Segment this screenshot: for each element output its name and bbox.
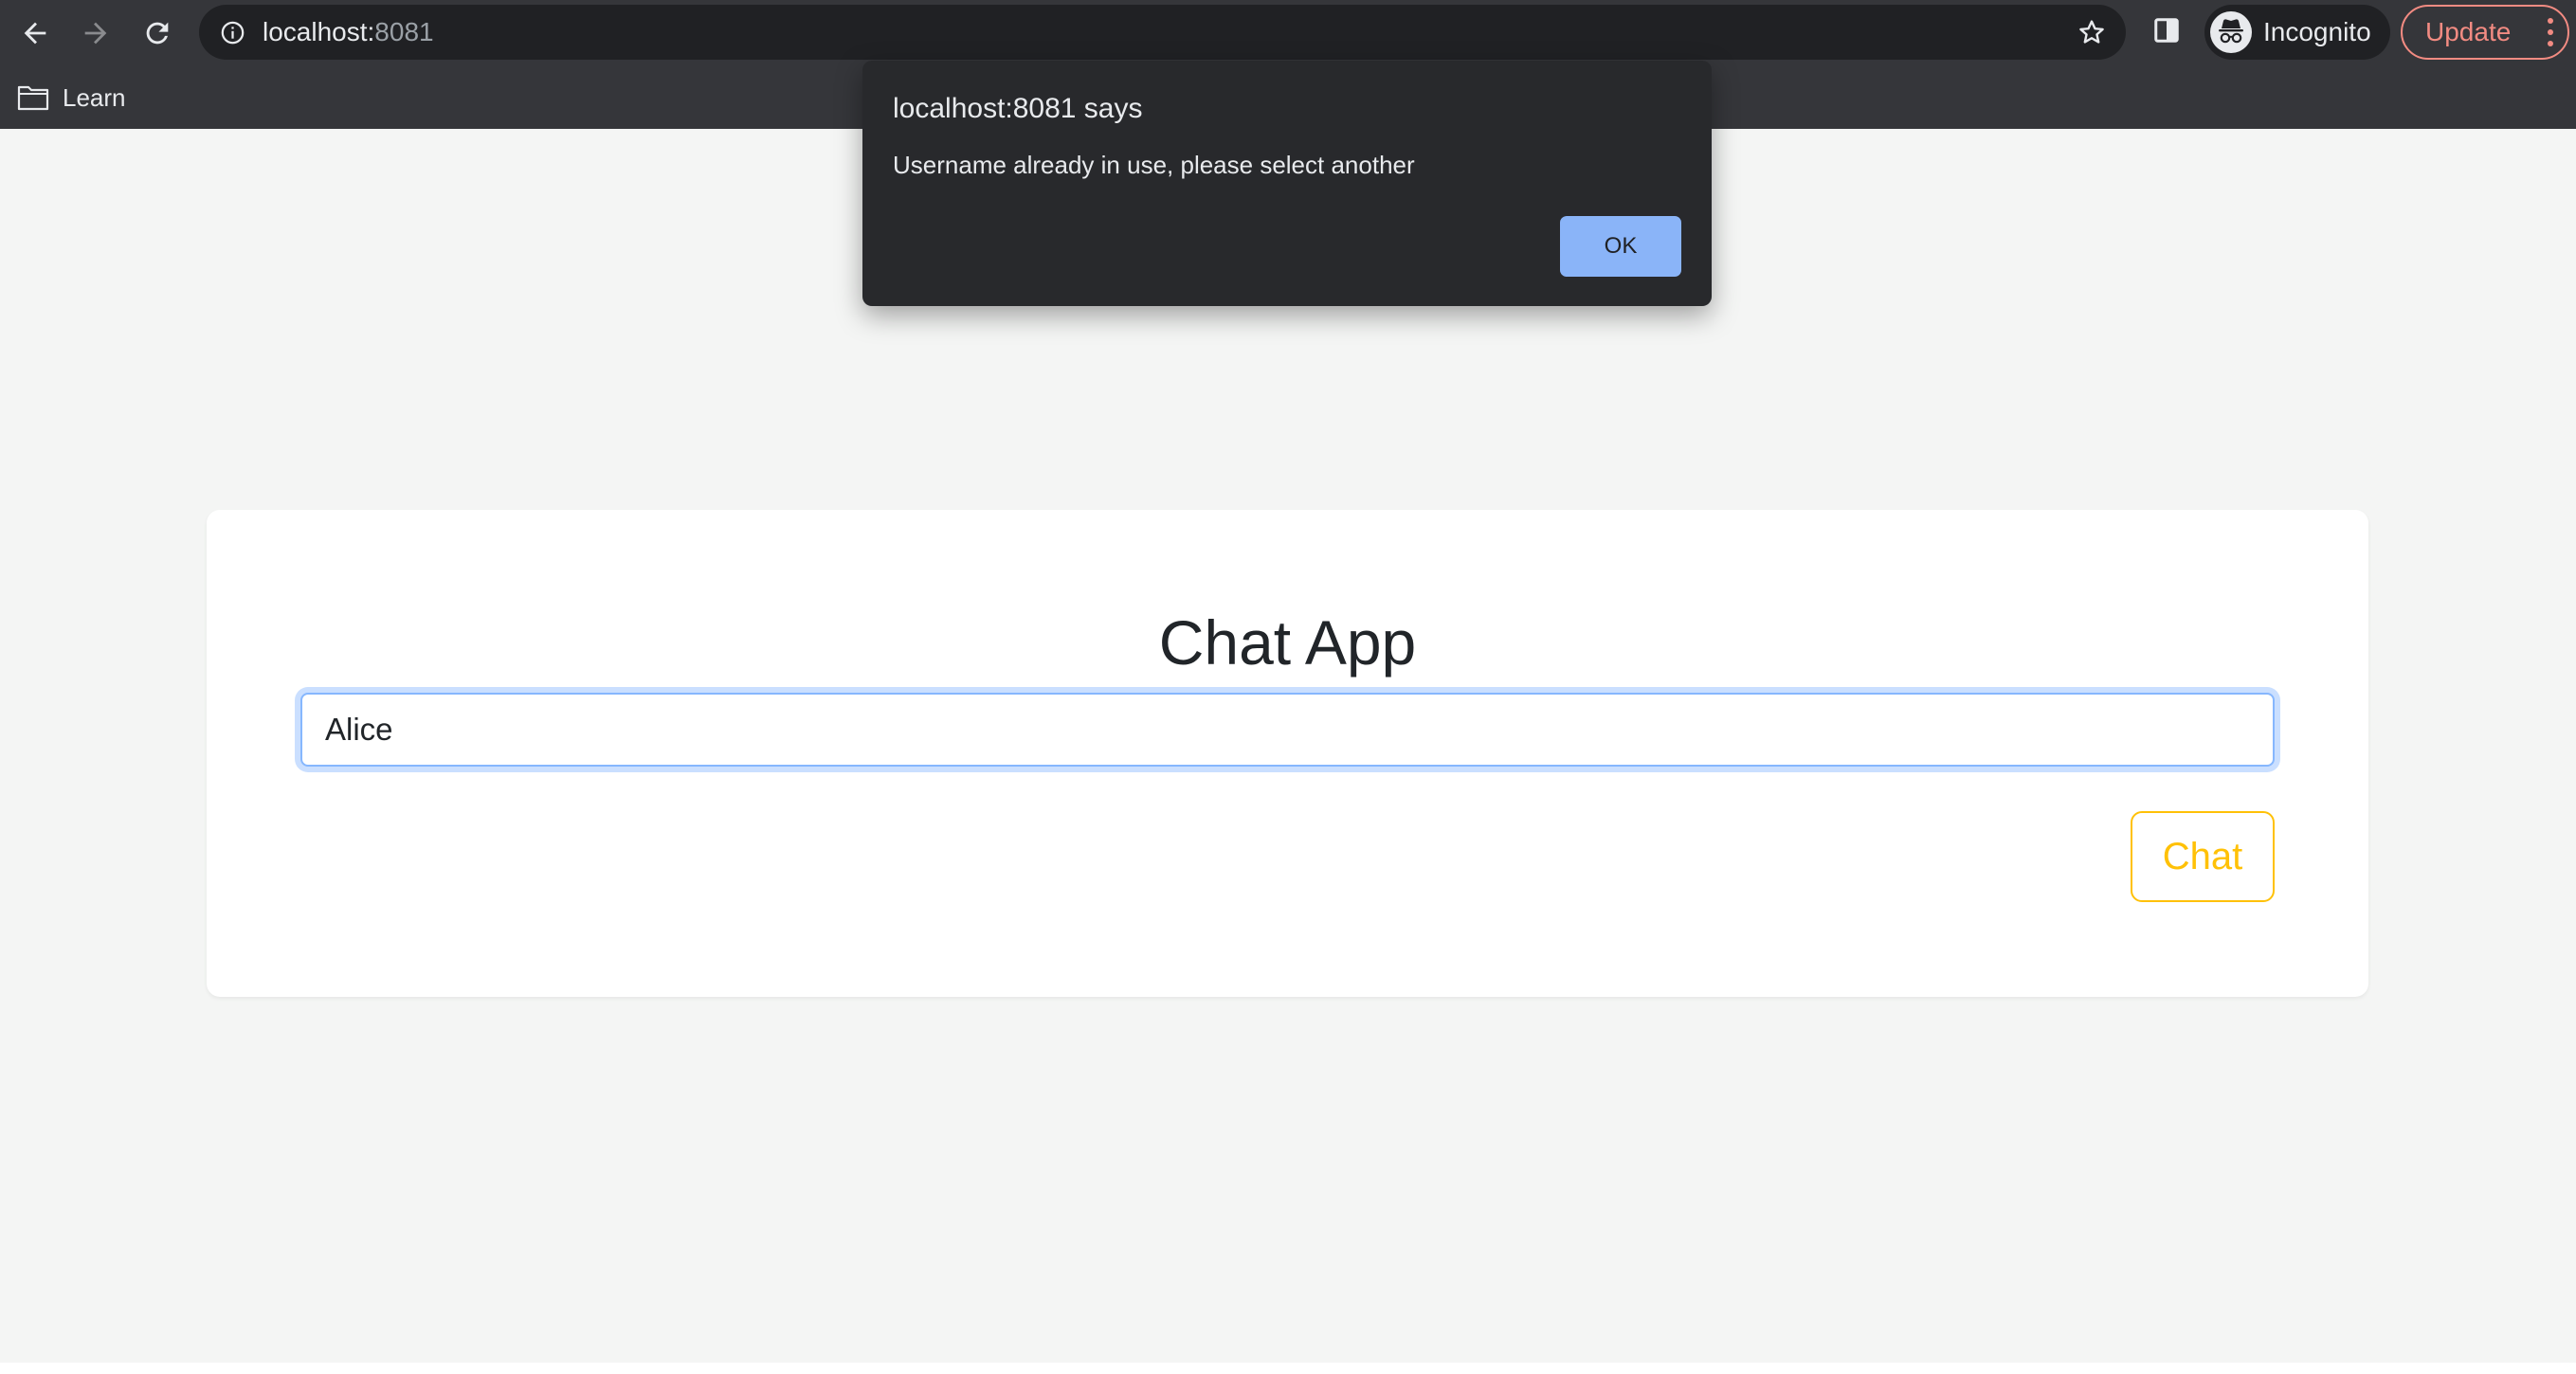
arrow-left-icon bbox=[24, 22, 46, 45]
reload-icon bbox=[146, 22, 169, 45]
forward-button[interactable] bbox=[74, 11, 118, 55]
bookmark-label: Learn bbox=[63, 82, 126, 112]
incognito-icon bbox=[2210, 11, 2252, 53]
more-vert-icon bbox=[2548, 18, 2553, 46]
username-input[interactable] bbox=[300, 693, 2275, 767]
dialog-message: Username already in use, please select a… bbox=[893, 151, 1415, 179]
page-title: Chat App bbox=[1158, 607, 1417, 678]
bottom-strip bbox=[0, 1363, 2576, 1374]
bookmark-learn[interactable]: Learn bbox=[17, 76, 126, 119]
browser-toolbar: localhost:8081 Incognito Update bbox=[0, 0, 2576, 66]
folder-icon bbox=[17, 85, 49, 111]
url-text: localhost:8081 bbox=[263, 5, 434, 60]
incognito-profile-button[interactable]: Incognito bbox=[2204, 5, 2390, 60]
back-button[interactable] bbox=[13, 11, 57, 55]
ok-button[interactable]: OK bbox=[1560, 216, 1681, 277]
alert-dialog: localhost:8081 says Username already in … bbox=[862, 61, 1712, 306]
profile-label: Incognito bbox=[2263, 17, 2371, 46]
address-bar[interactable]: localhost:8081 bbox=[199, 5, 2126, 60]
arrow-right-icon bbox=[84, 22, 107, 45]
update-button[interactable]: Update bbox=[2401, 5, 2569, 60]
side-panel-icon[interactable] bbox=[2152, 16, 2181, 45]
reload-button[interactable] bbox=[136, 11, 179, 55]
url-host: localhost: bbox=[263, 17, 375, 46]
dialog-heading: localhost:8081 says bbox=[893, 93, 1143, 124]
info-icon[interactable] bbox=[220, 20, 245, 45]
update-label: Update bbox=[2425, 17, 2512, 46]
chat-button[interactable]: Chat bbox=[2131, 811, 2275, 902]
url-port: 8081 bbox=[374, 17, 434, 46]
bookmark-star-icon[interactable] bbox=[2077, 17, 2107, 47]
login-card: Chat App Chat bbox=[207, 510, 2368, 997]
